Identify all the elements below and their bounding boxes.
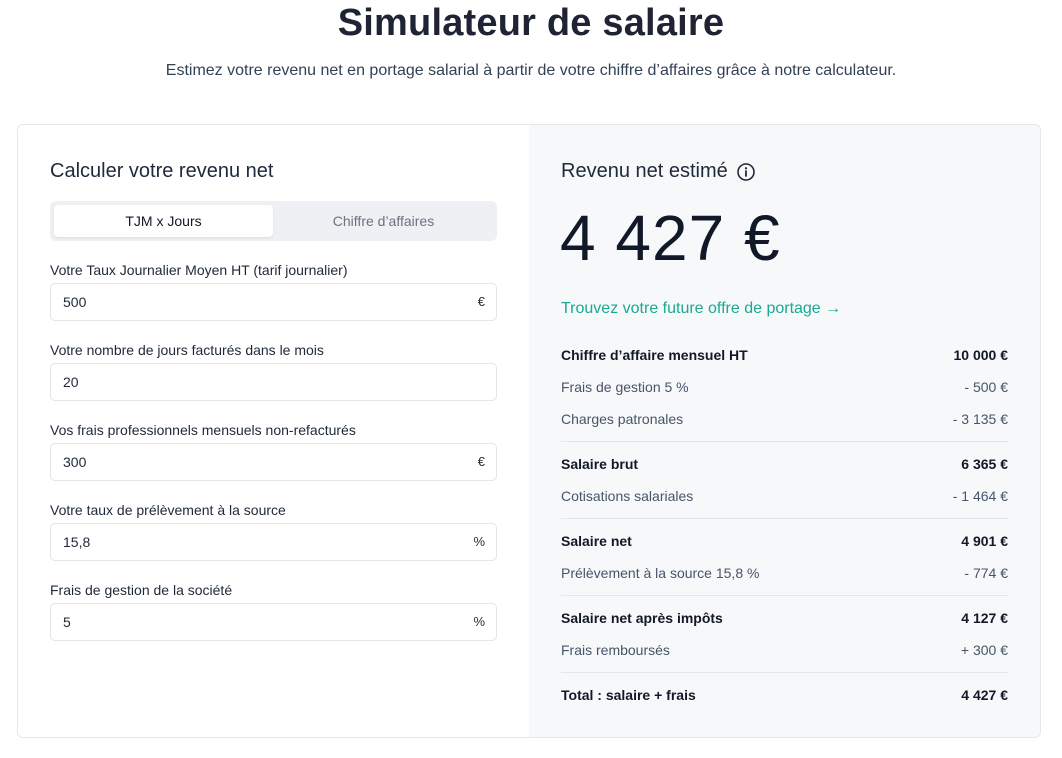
breakdown-label: Salaire brut (561, 456, 639, 472)
field-label: Frais de gestion de la société (50, 582, 233, 598)
field-frais-gestion: Frais de gestion de la société % (50, 581, 497, 641)
field-label: Votre nombre de jours facturés dans le m… (50, 342, 324, 358)
breakdown-row: Prélèvement à la source 15,8 % - 774 € (561, 557, 1008, 589)
breakdown-row: Salaire net 4 901 € (561, 525, 1008, 557)
breakdown-label: Chiffre d’affaire mensuel HT (561, 347, 748, 363)
breakdown-divider (561, 441, 1008, 442)
field-jours: Votre nombre de jours facturés dans le m… (50, 341, 497, 401)
breakdown-row: Salaire net après impôts 4 127 € (561, 602, 1008, 634)
breakdown-amount: 4 427 € (961, 687, 1008, 703)
breakdown-amount: - 1 464 € (952, 488, 1008, 504)
field-box: % (50, 603, 497, 641)
jours-input[interactable] (63, 364, 443, 400)
breakdown-table: Chiffre d’affaire mensuel HT 10 000 € Frai… (561, 339, 1008, 711)
breakdown-row: Cotisations salariales - 1 464 € (561, 480, 1008, 512)
breakdown-divider (561, 672, 1008, 673)
field-box (50, 363, 497, 401)
calculator-panel: Calculer votre revenu net TJM x Jours Ch… (18, 125, 529, 737)
breakdown-label: Frais de gestion 5 % (561, 379, 689, 395)
breakdown-amount: + 300 € (960, 642, 1008, 658)
breakdown-divider (561, 595, 1008, 596)
field-label: Votre Taux Journalier Moyen HT (tarif jo… (50, 262, 348, 278)
result-heading-label: Revenu net estimé (561, 160, 728, 182)
breakdown-amount: - 3 135 € (952, 411, 1008, 427)
breakdown-label: Charges patronales (561, 411, 684, 427)
net-income-amount: 4 427 € (560, 202, 781, 274)
breakdown-label: Cotisations salariales (561, 488, 694, 504)
field-tjm: Votre Taux Journalier Moyen HT (tarif jo… (50, 261, 497, 321)
field-box: % (50, 523, 497, 561)
field-frais-pro: Vos frais professionnels mensuels non-re… (50, 421, 497, 481)
field-box: € (50, 283, 497, 321)
percent-unit: % (473, 614, 485, 629)
breakdown-amount: 10 000 € (953, 347, 1009, 363)
breakdown-label: Total : salaire + frais (561, 687, 696, 703)
breakdown-row: Charges patronales - 3 135 € (561, 403, 1008, 435)
page-subtitle: Estimez votre revenu net en portage sala… (165, 62, 897, 79)
simulator-card: Calculer votre revenu net TJM x Jours Ch… (17, 124, 1041, 738)
calculator-heading: Calculer votre revenu net (50, 160, 274, 182)
mode-toggle: TJM x Jours Chiffre d’affaires (50, 201, 497, 241)
breakdown-label: Salaire net (561, 533, 632, 549)
field-box: € (50, 443, 497, 481)
breakdown-amount: - 500 € (964, 379, 1008, 395)
info-icon[interactable] (736, 162, 756, 182)
field-prelevement: Votre taux de prélèvement à la source % (50, 501, 497, 561)
breakdown-row: Salaire brut 6 365 € (561, 448, 1008, 480)
frais-gestion-input[interactable] (63, 604, 443, 640)
breakdown-row: Frais de gestion 5 % - 500 € (561, 371, 1008, 403)
result-panel: Revenu net estimé 4 427 € Trouvez votre … (529, 125, 1040, 737)
breakdown-row: Chiffre d’affaire mensuel HT 10 000 € (561, 339, 1008, 371)
result-heading: Revenu net estimé (561, 160, 756, 183)
breakdown-divider (561, 518, 1008, 519)
breakdown-label: Prélèvement à la source 15,8 % (561, 565, 760, 581)
field-label: Votre taux de prélèvement à la source (50, 502, 286, 518)
tab-tjm-jours[interactable]: TJM x Jours (54, 205, 273, 237)
page-title: Simulateur de salaire (337, 2, 725, 44)
breakdown-label: Frais remboursés (561, 642, 670, 658)
prelevement-input[interactable] (63, 524, 443, 560)
offer-link[interactable]: Trouvez votre future offre de portage → (561, 300, 841, 318)
breakdown-row: Total : salaire + frais 4 427 € (561, 679, 1008, 711)
breakdown-amount: - 774 € (964, 565, 1008, 581)
euro-unit: € (477, 454, 485, 469)
euro-unit: € (477, 294, 485, 309)
breakdown-amount: 6 365 € (961, 456, 1008, 472)
page: Simulateur de salaire Estimez votre reve… (0, 0, 1062, 758)
breakdown-amount: 4 127 € (961, 610, 1008, 626)
breakdown-label: Salaire net après impôts (561, 610, 723, 626)
tjm-input[interactable] (63, 284, 443, 320)
percent-unit: % (473, 534, 485, 549)
breakdown-row: Frais remboursés + 300 € (561, 634, 1008, 666)
tab-chiffre-affaires[interactable]: Chiffre d’affaires (274, 205, 493, 237)
frais-pro-input[interactable] (63, 444, 443, 480)
breakdown-amount: 4 901 € (961, 533, 1008, 549)
field-label: Vos frais professionnels mensuels non-re… (50, 422, 356, 438)
